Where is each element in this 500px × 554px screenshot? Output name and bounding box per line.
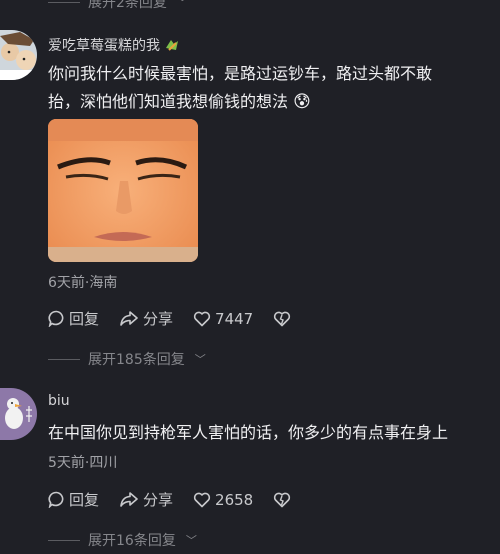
broken-heart-icon bbox=[274, 492, 291, 507]
dislike-button[interactable] bbox=[273, 492, 291, 508]
like-count: 2658 bbox=[215, 490, 254, 509]
share-button[interactable]: 分享 bbox=[119, 489, 173, 510]
divider-line bbox=[48, 1, 80, 3]
reply-label: 回复 bbox=[69, 310, 100, 328]
expand-replies-top[interactable]: 展开2条回复 ﹀ bbox=[48, 0, 188, 12]
username-text: 爱吃草莓蛋糕的我 bbox=[48, 38, 160, 54]
comment-text: 在中国你见到持枪军人害怕的话，你多少的有点事在身上 bbox=[48, 419, 488, 447]
username[interactable]: biu bbox=[48, 393, 70, 409]
share-label: 分享 bbox=[143, 310, 174, 328]
comment-actions: 回复 分享 7447 bbox=[48, 308, 311, 329]
comment-line-1: 在中国你见到持枪军人害怕的话，你多少的有点事在身上 bbox=[48, 423, 449, 442]
comment-meta: 6天前·海南 bbox=[48, 275, 118, 291]
expand-label: 展开16条回复 bbox=[88, 533, 176, 549]
expand-replies[interactable]: 展开185条回复 ﹀ bbox=[48, 349, 206, 369]
heart-icon bbox=[193, 492, 211, 507]
like-button[interactable]: 2658 bbox=[193, 491, 253, 509]
reply-button[interactable]: 回复 bbox=[48, 489, 99, 510]
share-icon bbox=[120, 311, 138, 326]
comment-line-2: 抬，深怕他们知道我想偷钱的想法 bbox=[48, 92, 289, 111]
share-label: 分享 bbox=[143, 491, 174, 509]
chevron-down-icon: ﹀ bbox=[185, 534, 197, 547]
comment-actions: 回复 分享 2658 bbox=[48, 489, 311, 510]
scared-emoji-icon: 😰 bbox=[293, 92, 311, 112]
chevron-down-icon: ﹀ bbox=[194, 353, 206, 366]
dislike-button[interactable] bbox=[273, 311, 291, 327]
fan-badge-icon bbox=[164, 38, 180, 52]
reply-icon bbox=[48, 491, 64, 508]
chevron-down-icon: ﹀ bbox=[176, 0, 188, 9]
reply-icon bbox=[48, 310, 64, 327]
comment-line-2-wrap: 抬，深怕他们知道我想偷钱的想法 😰 bbox=[48, 88, 488, 116]
share-icon bbox=[120, 492, 138, 507]
reply-label: 回复 bbox=[69, 491, 100, 509]
avatar[interactable] bbox=[0, 388, 37, 440]
broken-heart-icon bbox=[274, 311, 291, 326]
reply-button[interactable]: 回复 bbox=[48, 308, 99, 329]
expand-replies[interactable]: 展开16条回复 ﹀ bbox=[48, 530, 197, 550]
divider-line bbox=[48, 539, 80, 541]
like-count: 7447 bbox=[215, 309, 254, 328]
username[interactable]: 爱吃草莓蛋糕的我 bbox=[48, 35, 180, 55]
avatar[interactable] bbox=[0, 30, 37, 80]
like-button[interactable]: 7447 bbox=[193, 310, 253, 328]
divider-line bbox=[48, 358, 80, 360]
heart-icon bbox=[193, 311, 211, 326]
comment-line-1: 你问我什么时候最害怕，是路过运钞车，路过头都不敢 bbox=[48, 64, 433, 83]
comment-text: 你问我什么时候最害怕，是路过运钞车，路过头都不敢 抬，深怕他们知道我想偷钱的想法… bbox=[48, 60, 488, 116]
expand-label: 展开185条回复 bbox=[88, 352, 185, 368]
share-button[interactable]: 分享 bbox=[119, 308, 173, 329]
expand-label: 展开2条回复 bbox=[88, 0, 167, 11]
comment-meta: 5天前·四川 bbox=[48, 455, 118, 471]
username-text: biu bbox=[48, 393, 70, 409]
comment-image[interactable] bbox=[48, 119, 198, 262]
